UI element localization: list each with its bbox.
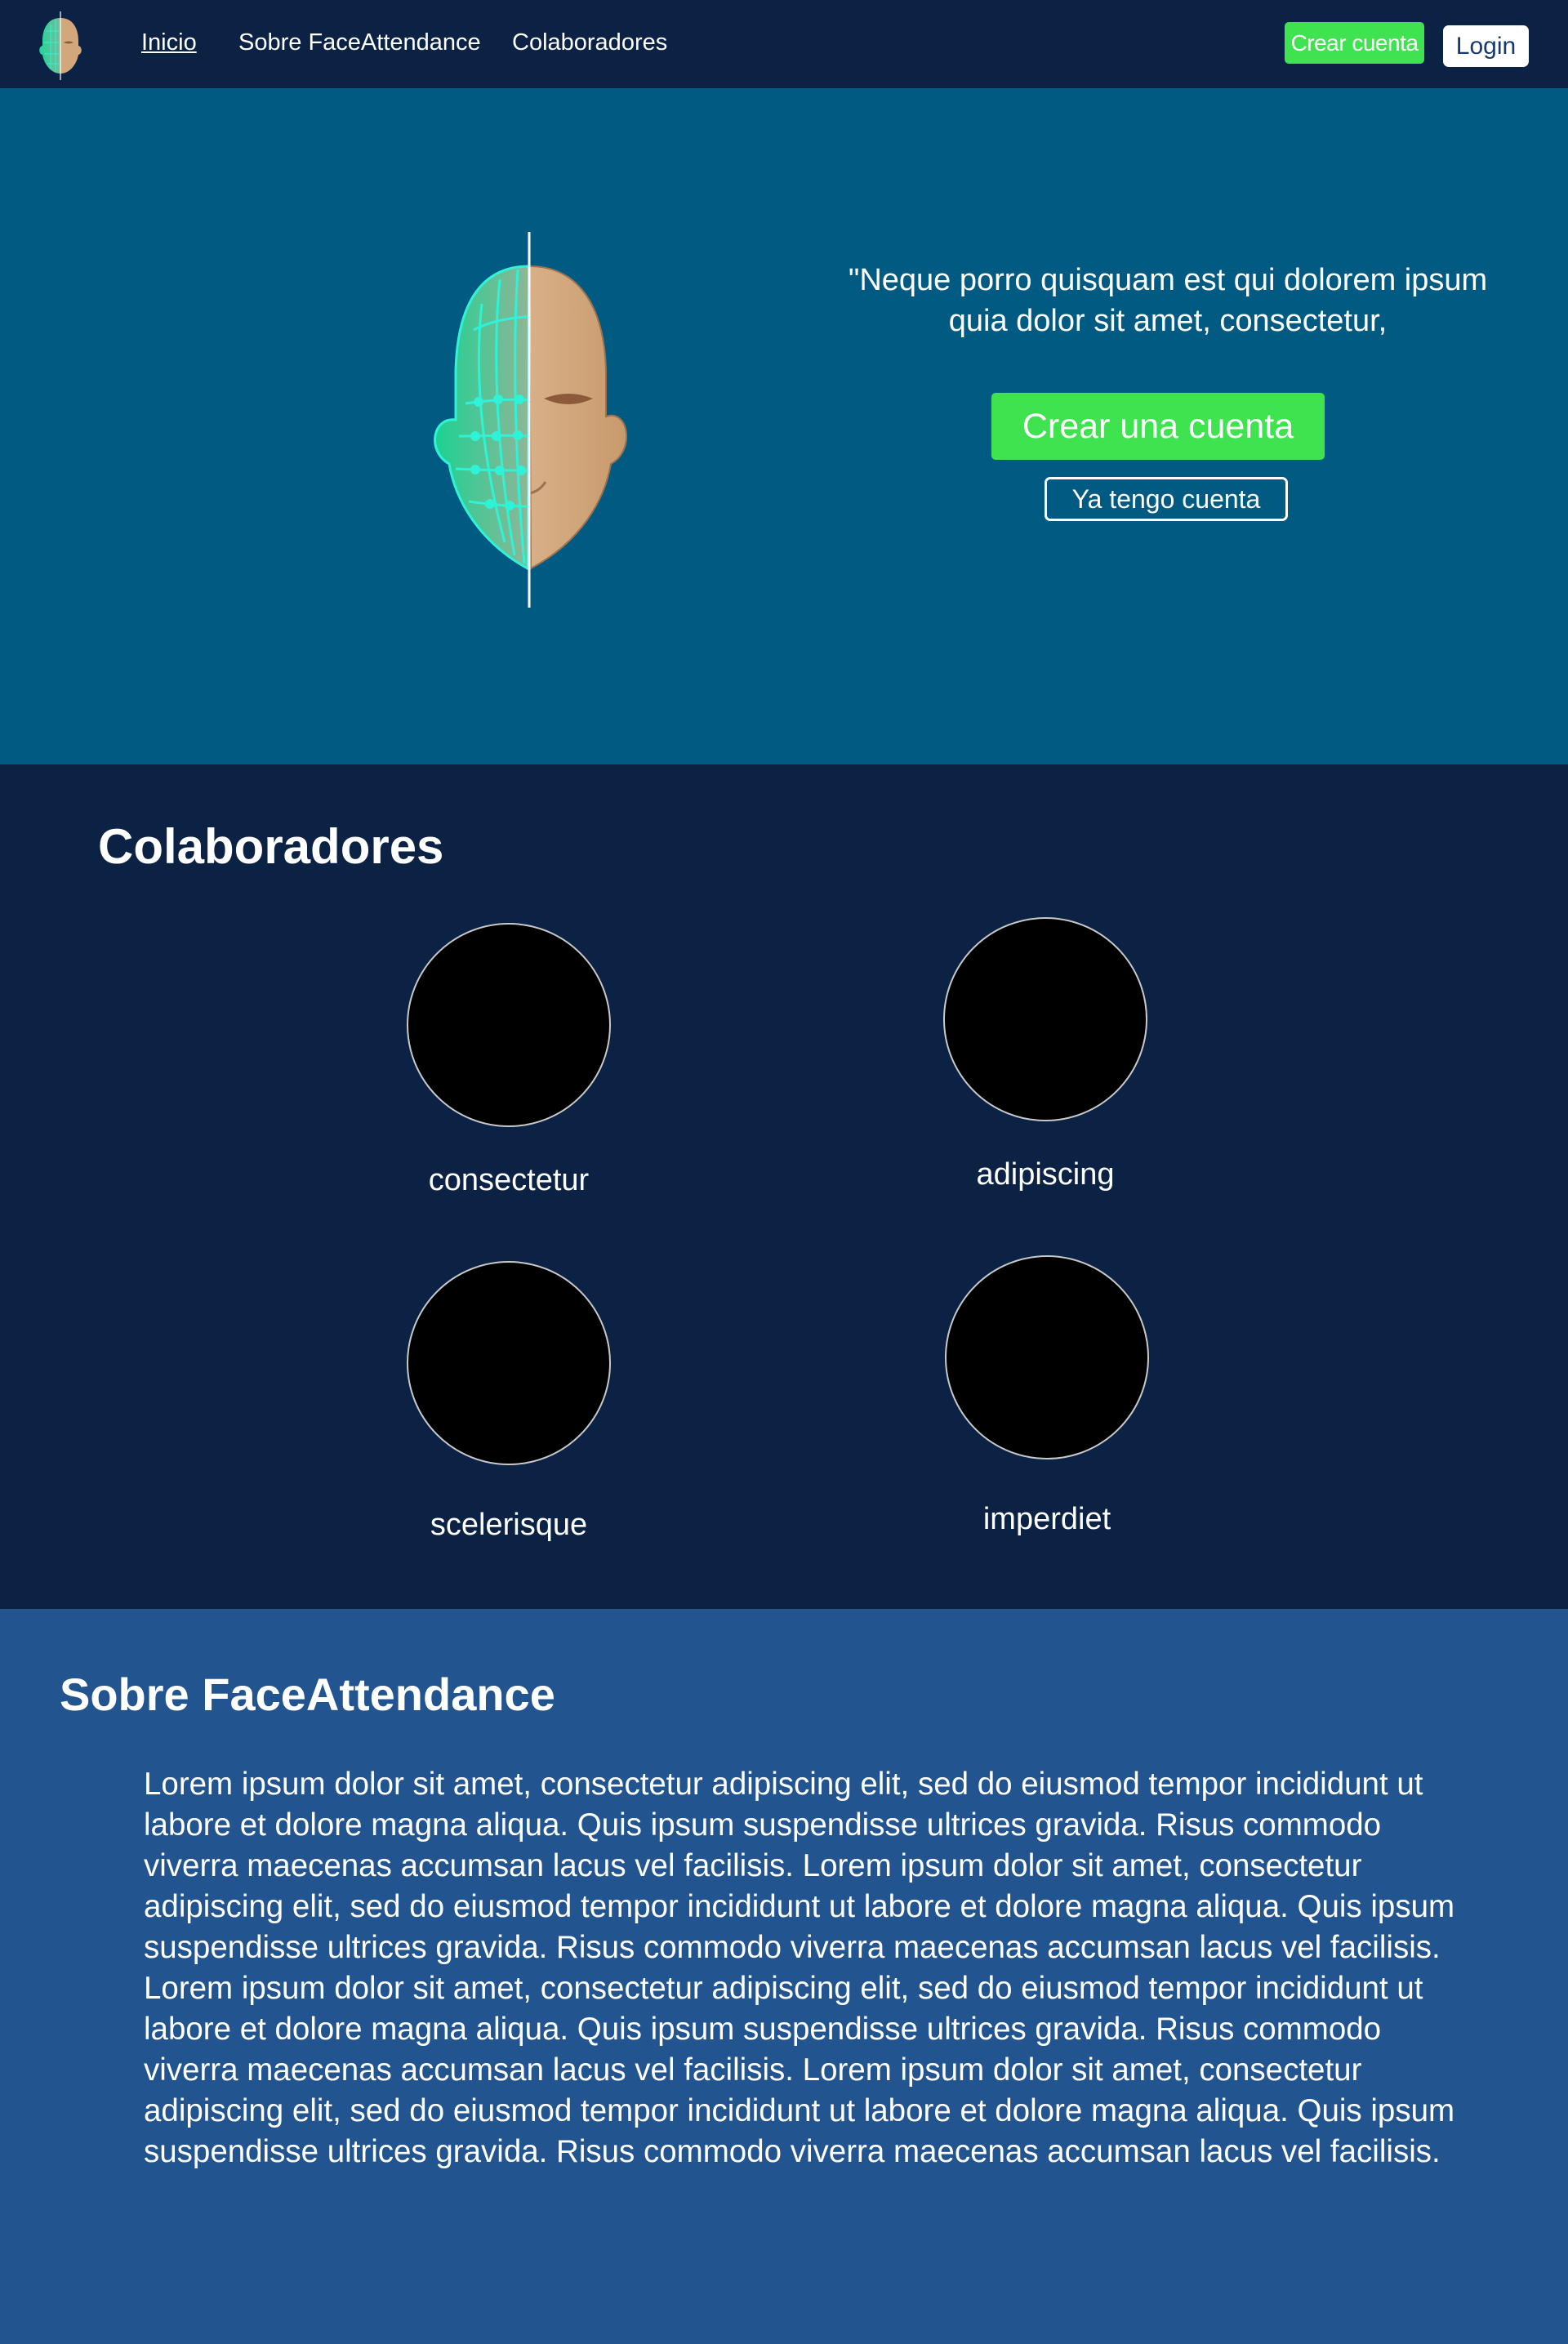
collaborators-section: Colaboradores consectetur adipiscing sce… bbox=[0, 764, 1568, 1609]
collaborator-card[interactable]: adipiscing bbox=[915, 917, 1176, 1192]
create-account-button[interactable]: Crear cuenta bbox=[1285, 22, 1424, 64]
hero-section: "Neque porro quisquam est qui dolorem ip… bbox=[0, 88, 1568, 764]
nav-link-colaboradores[interactable]: Colaboradores bbox=[512, 29, 667, 56]
hero-create-account-button[interactable]: Crear una cuenta bbox=[991, 393, 1325, 460]
top-navbar: Inicio Sobre FaceAttendance Colaboradore… bbox=[0, 0, 1568, 88]
collaborator-card[interactable]: imperdiet bbox=[916, 1255, 1178, 1537]
nav-link-inicio[interactable]: Inicio bbox=[141, 29, 197, 56]
avatar-placeholder-icon bbox=[407, 1261, 611, 1465]
face-scan-logo-icon[interactable] bbox=[31, 7, 90, 85]
collaborator-card[interactable]: scelerisque bbox=[378, 1261, 639, 1543]
login-button[interactable]: Login bbox=[1443, 25, 1529, 67]
collaborator-name: consectetur bbox=[428, 1163, 590, 1197]
hero-existing-account-button[interactable]: Ya tengo cuenta bbox=[1045, 477, 1288, 521]
about-section: Sobre FaceAttendance Lorem ipsum dolor s… bbox=[0, 1609, 1568, 2344]
about-body-text: Lorem ipsum dolor sit amet, consectetur … bbox=[144, 1767, 1455, 2169]
collaborator-name: imperdiet bbox=[982, 1502, 1111, 1536]
about-title: Sobre FaceAttendance bbox=[60, 1669, 555, 1720]
collaborators-title: Colaboradores bbox=[98, 819, 444, 874]
avatar-placeholder-icon bbox=[407, 923, 611, 1127]
collaborator-name: scelerisque bbox=[430, 1508, 588, 1542]
avatar-placeholder-icon bbox=[945, 1255, 1149, 1459]
collaborator-name: adipiscing bbox=[976, 1157, 1115, 1192]
avatar-placeholder-icon bbox=[943, 917, 1147, 1121]
nav-link-sobre[interactable]: Sobre FaceAttendance bbox=[238, 29, 481, 56]
collaborator-card[interactable]: consectetur bbox=[378, 923, 639, 1198]
face-scan-illustration-icon bbox=[434, 232, 628, 608]
hero-quote: "Neque porro quisquam est qui dolorem ip… bbox=[848, 263, 1488, 338]
